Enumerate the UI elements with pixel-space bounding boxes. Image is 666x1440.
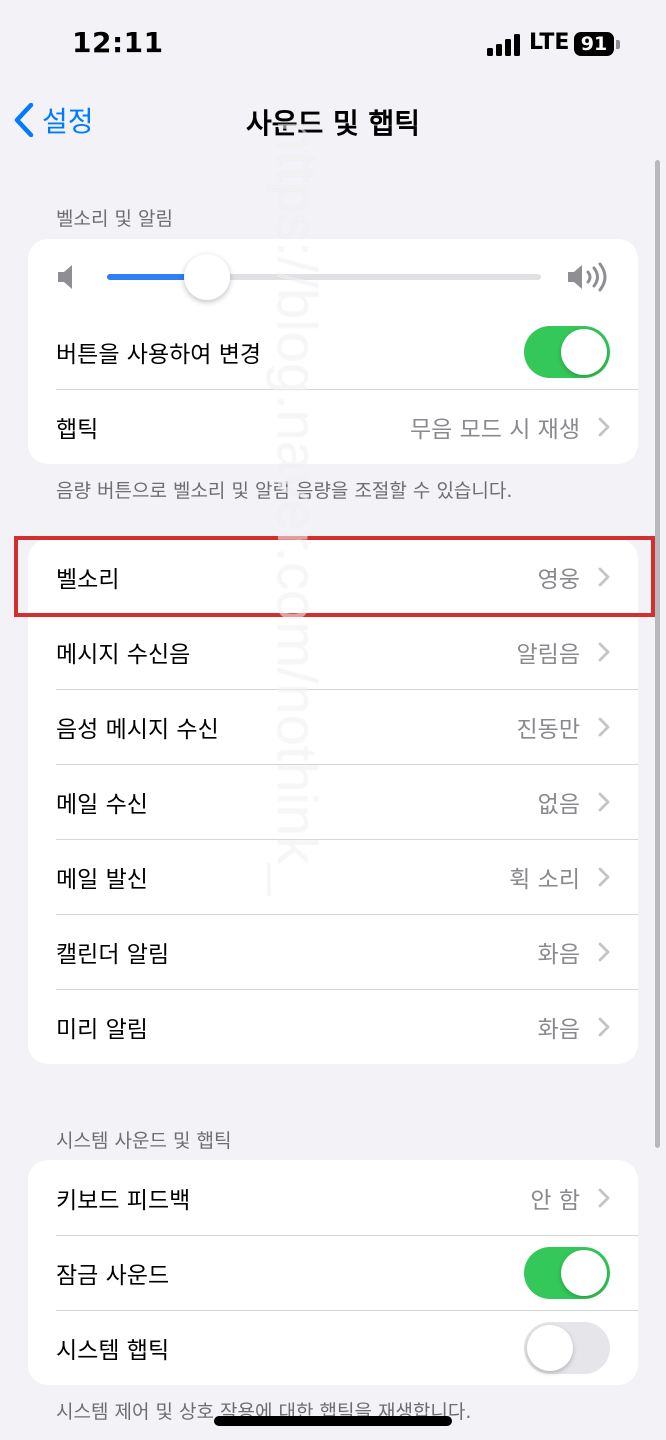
sound-row-label: 메일 수신 — [56, 791, 148, 818]
keyboard-feedback-label: 키보드 피드백 — [56, 1187, 191, 1214]
chevron-right-icon — [598, 1188, 610, 1207]
chevron-right-icon — [598, 942, 610, 961]
cellular-signal-icon — [487, 34, 520, 56]
chevron-right-icon — [598, 717, 610, 736]
battery-cap — [616, 40, 620, 49]
chevron-right-icon — [598, 792, 610, 811]
lock-sound-toggle[interactable] — [524, 1246, 610, 1299]
chevron-right-icon — [598, 867, 610, 886]
haptics-value: 무음 모드 시 재생 — [409, 416, 580, 443]
status-bar: 12:11 LTE 91 — [0, 0, 666, 90]
keyboard-feedback-value: 안 함 — [530, 1187, 580, 1214]
sounds-group: 벨소리 영웅메시지 수신음 알림음음성 메시지 수신 진동만메일 수신 없음메일 발신 휙… — [28, 539, 638, 1064]
system-group: 키보드 피드백 안 함 잠금 사운드 시스템 햅틱 — [28, 1160, 638, 1385]
sound-row[interactable]: 캘린더 알림 화음 — [28, 914, 638, 989]
sound-row-value: 화음 — [537, 941, 580, 968]
status-time: 12:11 — [72, 26, 164, 59]
sound-row[interactable]: 메시지 수신음 알림음 — [28, 614, 638, 689]
sound-row-label: 벨소리 — [56, 566, 120, 593]
system-haptics-toggle[interactable] — [524, 1321, 610, 1374]
sound-row-value: 영웅 — [537, 566, 580, 593]
ringer-group: 버튼을 사용하여 변경 햅틱 무음 모드 시 재생 — [28, 239, 638, 464]
chevron-right-icon — [598, 642, 610, 661]
volume-slider-row — [28, 239, 638, 314]
sound-row-value: 진동만 — [516, 716, 580, 743]
sound-row-label: 미리 알림 — [56, 1016, 148, 1043]
volume-slider-thumb[interactable] — [183, 254, 230, 300]
sound-row-label: 캘린더 알림 — [56, 941, 170, 968]
chevron-right-icon — [598, 567, 610, 586]
system-haptics-label: 시스템 햅틱 — [56, 1337, 170, 1364]
sound-row[interactable]: 미리 알림 화음 — [28, 989, 638, 1064]
lock-sound-row: 잠금 사운드 — [28, 1235, 638, 1310]
speaker-low-icon — [58, 265, 72, 289]
scrollbar[interactable] — [655, 160, 660, 1148]
chevron-right-icon — [598, 1017, 610, 1036]
sound-row-label: 메일 발신 — [56, 866, 148, 893]
sound-row-label: 메시지 수신음 — [56, 641, 191, 668]
section-header-system: 시스템 사운드 및 햅틱 — [56, 1130, 232, 1152]
sound-row-value: 휙 소리 — [509, 866, 580, 893]
change-with-buttons-label: 버튼을 사용하여 변경 — [56, 341, 262, 368]
toggle-knob — [561, 328, 607, 375]
sound-row[interactable]: 메일 수신 없음 — [28, 764, 638, 839]
sound-row[interactable]: 벨소리 영웅 — [28, 539, 638, 614]
ringer-footer: 음량 버튼으로 벨소리 및 알림 음량을 조절할 수 있습니다. — [56, 480, 513, 502]
navigation-bar: 설정 사운드 및 햅틱 — [0, 90, 666, 150]
sound-row-label: 음성 메시지 수신 — [56, 716, 219, 743]
section-header-ringer: 벨소리 및 알림 — [56, 208, 173, 230]
sound-row-value: 알림음 — [516, 641, 580, 668]
battery-icon: 91 — [574, 32, 614, 56]
toggle-knob — [527, 1324, 573, 1371]
sound-row-value: 없음 — [537, 791, 580, 818]
volume-slider[interactable] — [107, 274, 541, 280]
chevron-right-icon — [598, 417, 610, 436]
sound-row[interactable]: 음성 메시지 수신 진동만 — [28, 689, 638, 764]
speaker-high-icon — [568, 262, 607, 292]
change-with-buttons-toggle[interactable] — [524, 325, 610, 378]
system-haptics-row: 시스템 햅틱 — [28, 1310, 638, 1385]
keyboard-feedback-row[interactable]: 키보드 피드백 안 함 — [28, 1160, 638, 1235]
sound-row-value: 화음 — [537, 1016, 580, 1043]
lock-sound-label: 잠금 사운드 — [56, 1262, 170, 1289]
haptics-label: 햅틱 — [56, 416, 99, 443]
haptics-row[interactable]: 햅틱 무음 모드 시 재생 — [28, 389, 638, 464]
toggle-knob — [561, 1249, 607, 1296]
sound-row[interactable]: 메일 발신 휙 소리 — [28, 839, 638, 914]
battery-level: 91 — [580, 33, 608, 55]
page-title: 사운드 및 햅틱 — [245, 107, 421, 140]
change-with-buttons-row: 버튼을 사용하여 변경 — [28, 314, 638, 389]
network-type: LTE — [529, 30, 570, 55]
home-indicator[interactable] — [214, 1416, 452, 1426]
